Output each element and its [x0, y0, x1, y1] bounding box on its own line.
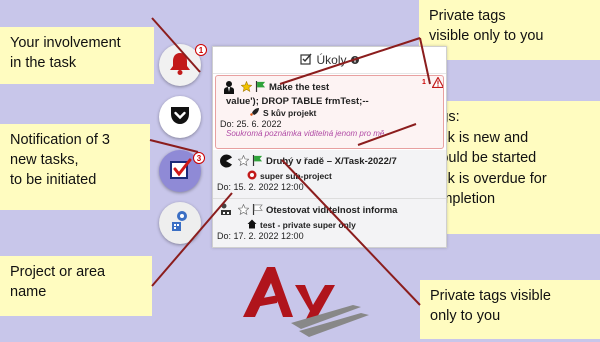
checkbox-icon [167, 156, 193, 187]
bell-icon [166, 49, 194, 82]
task-item[interactable]: Make the test 1 value'); DROP TABLE frmT… [215, 75, 444, 149]
involvement-button[interactable]: 1 [159, 44, 207, 86]
pocket-button[interactable] [159, 96, 201, 138]
pocket-icon [167, 102, 193, 133]
task-project: test - private super only [217, 219, 442, 231]
logo [235, 255, 375, 337]
contacts-button[interactable] [159, 202, 201, 244]
star-icon[interactable] [237, 154, 250, 168]
checklist-icon [300, 53, 313, 68]
notification-badge: 3 [193, 152, 205, 164]
task-due-date: Do: 15. 2. 2022 12:00 [217, 182, 304, 192]
flag-icon[interactable] [252, 154, 263, 168]
task-project: super sub-project [217, 170, 442, 182]
person-icon [220, 78, 238, 96]
rocket-icon [250, 107, 260, 119]
callout-private-tags-bottom: Private tags visible only to you [420, 280, 600, 339]
tasks-panel: Úkoly Make the test 1 value'); DROP TABL… [212, 46, 447, 248]
org-icon [217, 201, 235, 219]
panel-header: Úkoly [213, 47, 446, 74]
alert-icon [431, 76, 443, 90]
sidebar: 1 3 [154, 40, 207, 250]
task-project: S kův projekt [220, 107, 439, 119]
star-icon[interactable] [237, 203, 250, 217]
callout-notification: Notification of 3 new tasks, to be initi… [0, 124, 150, 210]
task-due-date: Do: 17. 2. 2022 12:00 [217, 231, 304, 241]
star-icon[interactable] [240, 80, 253, 94]
person-location-icon [167, 208, 193, 239]
task-private-note: Soukromá poznámka viditelná jenom pro mě [226, 129, 385, 138]
panel-title: Úkoly [316, 53, 347, 67]
task-title-continued: value'); DROP TABLE frmTest;-- [226, 96, 369, 107]
callout-project: Project or area name [0, 256, 152, 316]
home-icon [247, 219, 257, 231]
task-project-name: super sub-project [260, 171, 332, 181]
task-title: Make the test [269, 81, 330, 93]
flag-icon[interactable] [252, 203, 263, 217]
task-title: Otestovat viditelnost informa [266, 204, 398, 216]
pacman-icon [217, 152, 235, 170]
task-due-date: Do: 25. 6. 2022 [220, 119, 282, 129]
tasks-button[interactable]: 3 [159, 150, 205, 192]
task-item[interactable]: Otestovat viditelnost informa test - pri… [213, 199, 446, 247]
task-project-name: test - private super only [260, 220, 356, 230]
task-badge: 1 [422, 79, 426, 86]
project-icon [247, 170, 257, 182]
involvement-badge: 1 [195, 44, 207, 56]
info-icon[interactable] [350, 53, 359, 67]
task-item[interactable]: Druhý v řadě – X/Task-2022/7 super sub-p… [213, 150, 446, 199]
callout-involvement: Your involvement in the task [0, 27, 154, 84]
task-title: Druhý v řadě – X/Task-2022/7 [266, 155, 397, 167]
flag-icon[interactable] [255, 80, 266, 94]
task-project-name: S kův projekt [263, 108, 317, 118]
